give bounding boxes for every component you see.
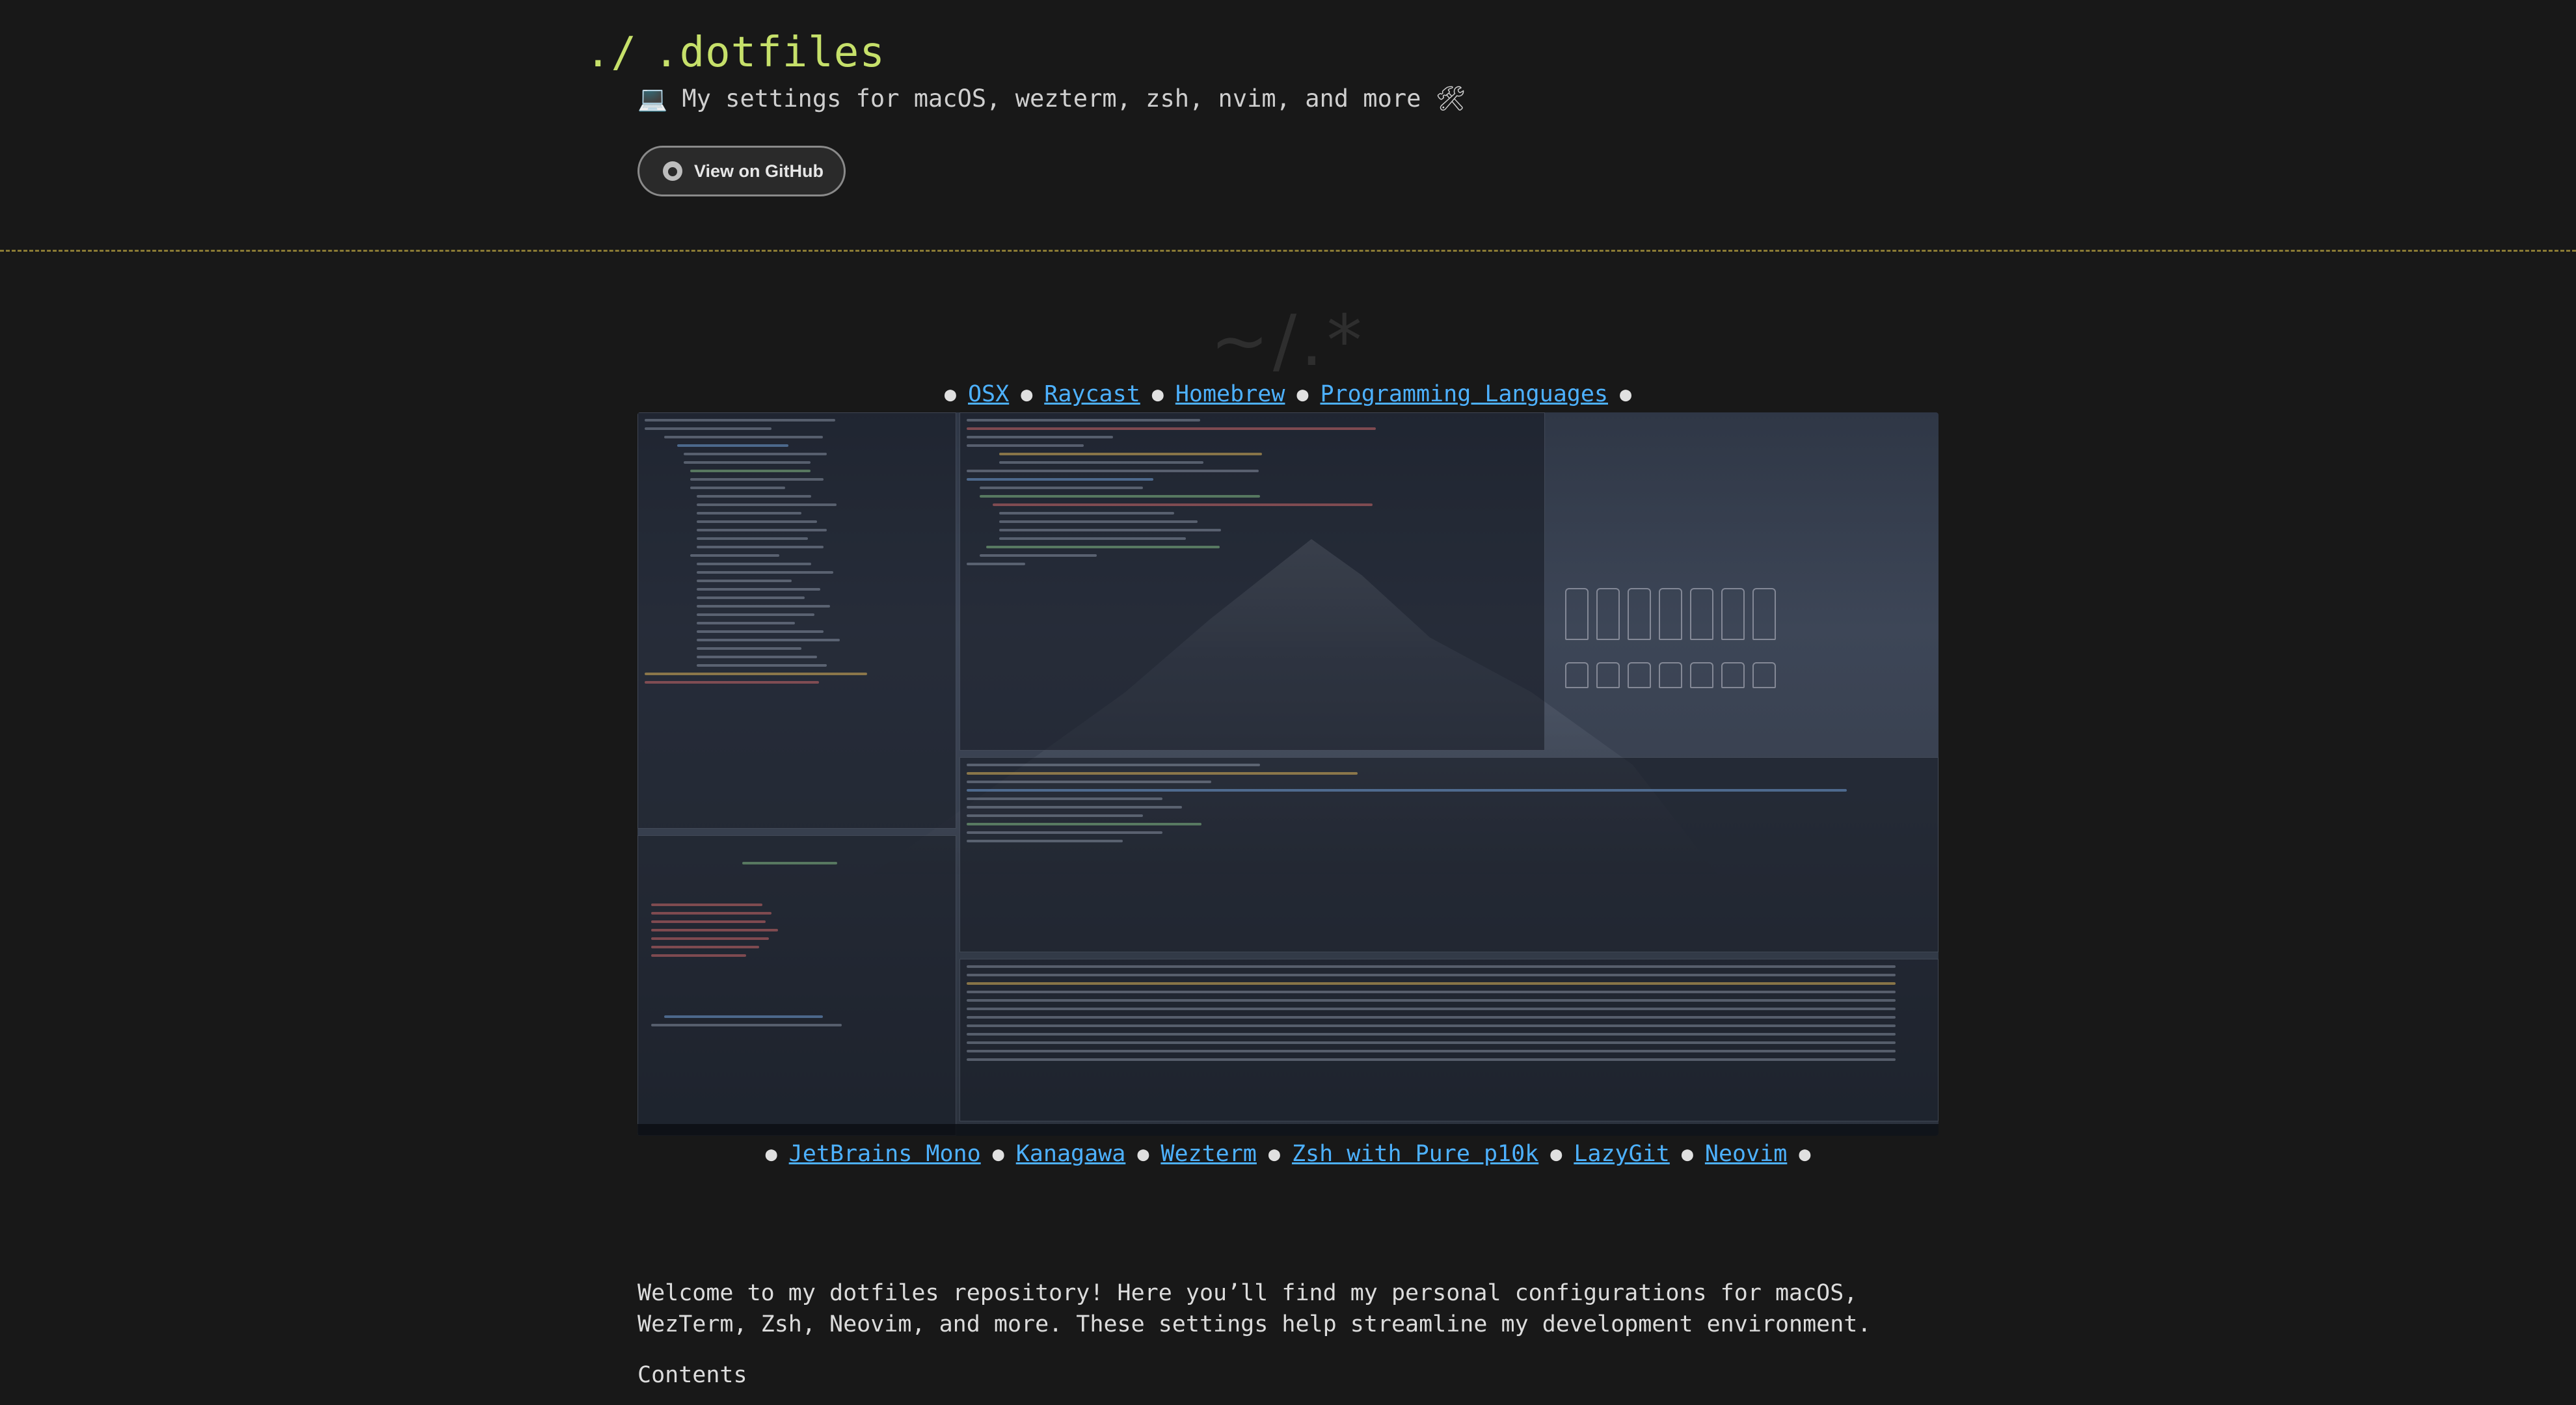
terminal-screenshot-image <box>637 412 1939 1136</box>
bullet: ● <box>1550 1142 1563 1166</box>
github-icon <box>663 161 682 181</box>
link-programming-languages[interactable]: Programming Languages <box>1320 381 1608 407</box>
top-link-row: ● OSX ● Raycast ● Homebrew ● Programming… <box>0 381 2576 407</box>
bullet: ● <box>1137 1142 1149 1166</box>
view-on-github-label: View on GitHub <box>694 161 824 181</box>
bullet: ● <box>1151 382 1164 406</box>
bullet: ● <box>1296 382 1309 406</box>
bullet: ● <box>944 382 956 406</box>
link-jetbrains-mono[interactable]: JetBrains Mono <box>789 1141 981 1167</box>
site-title[interactable]: ./ .dotfiles <box>585 29 885 77</box>
chess-ascii-art <box>1561 588 1808 718</box>
neofetch-pane <box>637 835 956 1136</box>
bottom-link-row: ● JetBrains Mono ● Kanagawa ● Wezterm ● … <box>0 1141 2576 1167</box>
title-prompt: ./ <box>585 29 637 77</box>
terminal-status-bar <box>637 1124 1939 1136</box>
link-osx[interactable]: OSX <box>968 381 1009 407</box>
link-kanagawa[interactable]: Kanagawa <box>1016 1141 1126 1167</box>
header-divider <box>0 250 2576 252</box>
site-tagline: 💻 My settings for macOS, wezterm, zsh, n… <box>637 85 1466 113</box>
code-editor-pane <box>959 412 1545 751</box>
contents-heading: Contents <box>637 1362 747 1388</box>
link-raycast[interactable]: Raycast <box>1044 381 1140 407</box>
view-on-github-button[interactable]: View on GitHub <box>637 146 846 196</box>
bullet: ● <box>1799 1142 1811 1166</box>
file-tree-pane <box>637 412 956 829</box>
link-neovim[interactable]: Neovim <box>1705 1141 1787 1167</box>
hero-symbol: ~/.* <box>1210 301 1366 382</box>
query-results-pane <box>959 959 1939 1121</box>
link-zsh-pure-p10k[interactable]: Zsh with Pure p10k <box>1292 1141 1538 1167</box>
bullet: ● <box>765 1142 777 1166</box>
link-wezterm[interactable]: Wezterm <box>1161 1141 1257 1167</box>
title-text: .dotfiles <box>654 29 885 77</box>
bullet: ● <box>1681 1142 1693 1166</box>
bullet: ● <box>992 1142 1004 1166</box>
intro-paragraph: Welcome to my dotfiles repository! Here … <box>637 1280 1872 1337</box>
bullet: ● <box>1620 382 1632 406</box>
bullet: ● <box>1268 1142 1280 1166</box>
link-lazygit[interactable]: LazyGit <box>1574 1141 1670 1167</box>
bullet: ● <box>1021 382 1033 406</box>
lazysql-pane <box>959 757 1939 952</box>
link-homebrew[interactable]: Homebrew <box>1175 381 1285 407</box>
page-header: ./ .dotfiles 💻 My settings for macOS, wez… <box>0 0 2576 252</box>
